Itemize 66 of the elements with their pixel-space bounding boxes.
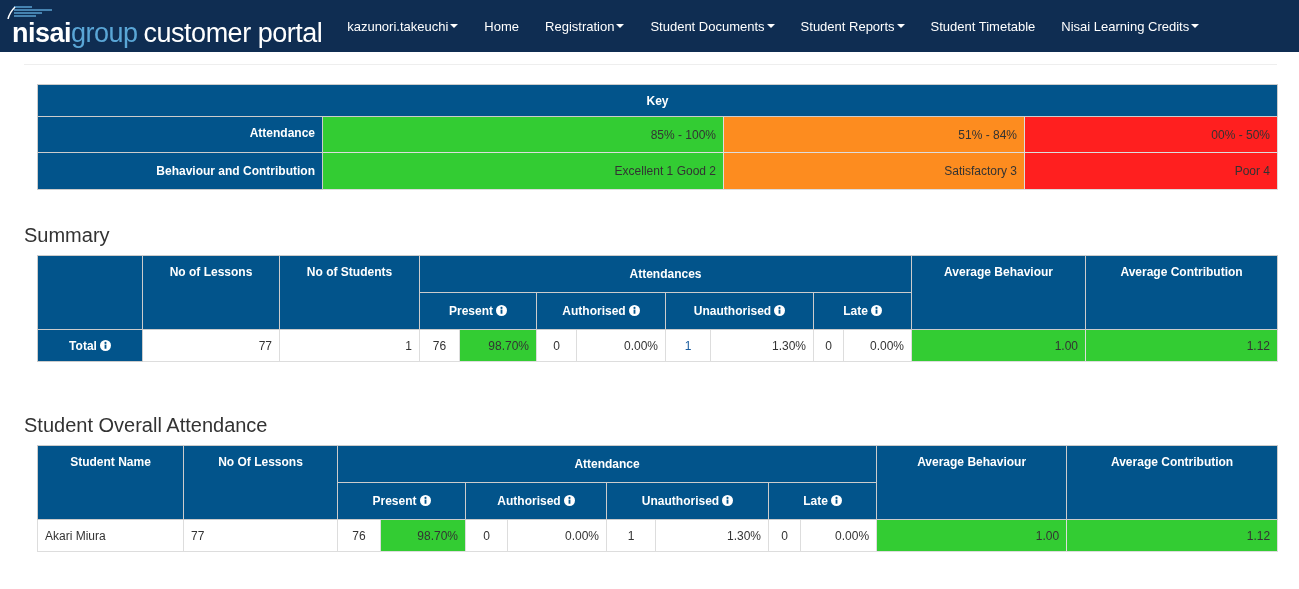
table-cell: 0.00% — [843, 329, 912, 362]
logo-group: group — [71, 19, 138, 47]
column-header: Average Behaviour — [944, 265, 1053, 279]
key-cell: 51% - 84% — [723, 116, 1025, 153]
column-header: No of Lessons — [169, 265, 253, 279]
column-header: Student Name — [70, 455, 151, 469]
table-cell: 98.70% — [459, 329, 537, 362]
key-label: Behaviour and Contribution — [156, 164, 315, 178]
key-cell: 85% - 100% — [322, 116, 724, 153]
column-header: Average Contribution — [1120, 265, 1243, 279]
logo-portal: customer portal — [143, 19, 323, 47]
nav-link[interactable]: Student Reports — [787, 18, 918, 34]
table-cell: 1.30% — [710, 329, 814, 362]
table-cell: 1.30% — [655, 519, 769, 552]
column-header: Present — [449, 304, 493, 318]
table-cell: 1 — [279, 329, 420, 362]
info-icon[interactable] — [419, 495, 431, 506]
column-group-header: Attendance — [574, 457, 640, 471]
table-cell: 0.00% — [507, 519, 607, 552]
column-header: Total — [69, 338, 97, 353]
info-icon[interactable] — [496, 305, 507, 316]
nav-link[interactable]: Home — [471, 18, 533, 34]
info-icon[interactable] — [722, 495, 734, 506]
table-cell: 98.70% — [380, 519, 466, 552]
section-heading: Student Overall Attendance — [24, 414, 268, 437]
table-cell: 77 — [183, 519, 338, 552]
column-header: Average Contribution — [1110, 455, 1234, 469]
info-icon[interactable] — [563, 495, 575, 506]
nav-link[interactable]: Student Timetable — [917, 18, 1049, 34]
nav-link[interactable]: kazunori.takeuchi — [334, 18, 472, 34]
table-cell: 1.00 — [911, 329, 1086, 362]
info-icon[interactable] — [870, 305, 882, 316]
column-header: Present — [372, 494, 417, 508]
key-cell: Satisfactory 3 — [723, 152, 1025, 190]
section-heading: Summary — [24, 224, 110, 247]
table-cell: Akari Miura — [37, 519, 184, 552]
nav-link[interactable]: Student Documents — [637, 18, 788, 34]
column-header: Authorised — [497, 494, 561, 508]
nav-link[interactable]: Nisai Learning Credits — [1048, 18, 1213, 34]
table-cell: 1.12 — [1066, 519, 1278, 552]
column-header: Late — [803, 494, 828, 508]
column-header: Authorised — [562, 304, 626, 318]
table-cell: 1.00 — [876, 519, 1067, 552]
key-cell: Poor 4 — [1024, 152, 1278, 190]
table-cell: 0.00% — [800, 519, 877, 552]
key-cell: Excellent 1 Good 2 — [322, 152, 724, 190]
column-header: Late — [843, 304, 868, 318]
key-label: Attendance — [249, 126, 315, 140]
column-header: Unauthorised — [641, 494, 720, 508]
info-icon[interactable] — [774, 305, 786, 316]
table-cell: 0.00% — [576, 329, 666, 362]
table-cell: 1.12 — [1085, 329, 1278, 362]
key-cell: 00% - 50% — [1024, 116, 1278, 153]
table-cell: 1 — [606, 519, 656, 552]
info-icon[interactable] — [830, 495, 842, 506]
nav-link[interactable]: Registration — [532, 18, 638, 34]
info-icon[interactable] — [99, 339, 111, 351]
logo-brand: nisai — [12, 19, 72, 47]
table-cell: 77 — [142, 329, 280, 362]
info-icon[interactable] — [628, 305, 640, 316]
column-header: Unauthorised — [693, 304, 772, 318]
column-header: No Of Lessons — [218, 455, 303, 469]
column-header: No of Students — [306, 265, 393, 279]
column-header: Average Behaviour — [917, 455, 1027, 469]
key-title: Key — [646, 93, 669, 108]
column-group-header: Attendances — [629, 267, 702, 281]
